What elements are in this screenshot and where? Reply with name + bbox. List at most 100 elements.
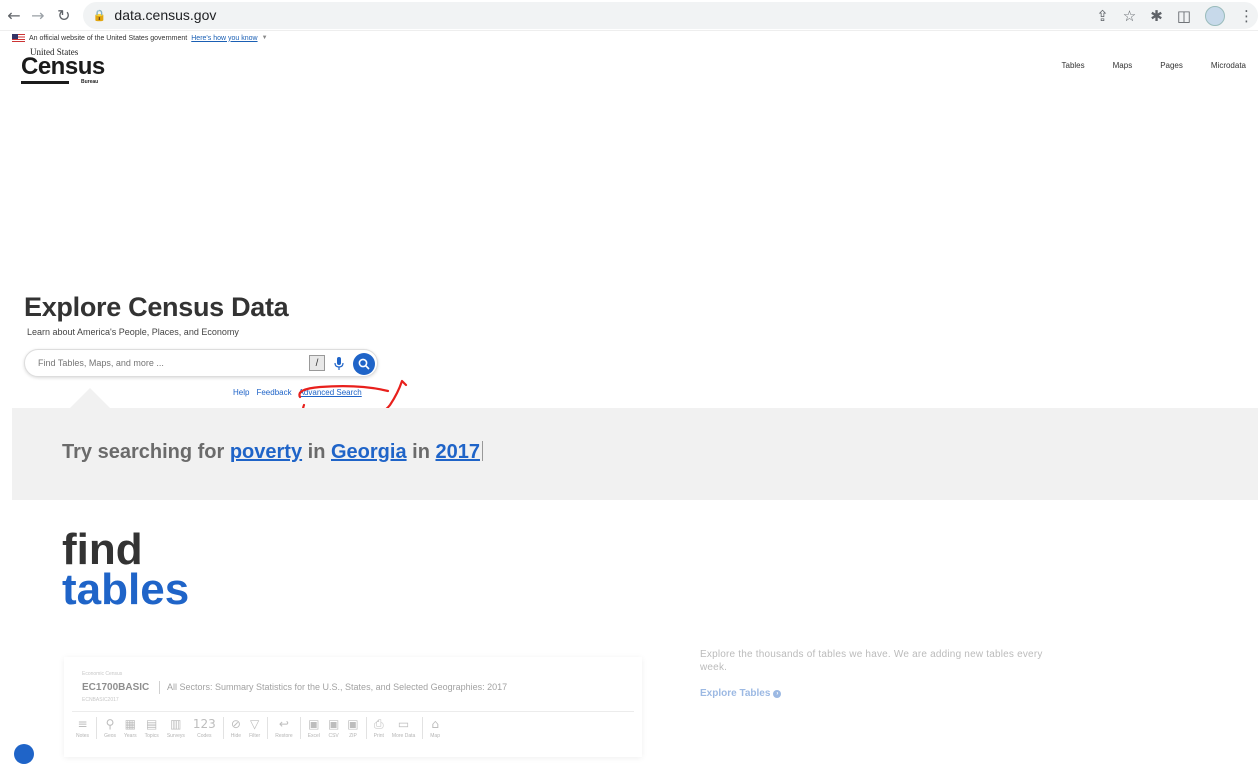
census-logo[interactable]: United States Census Bureau: [21, 46, 111, 90]
tables-heading: tables: [62, 565, 190, 614]
help-link[interactable]: Help: [233, 388, 249, 397]
search-box: /: [24, 349, 378, 377]
tool-csv: ▣ CSV: [328, 717, 339, 739]
tool-label: Map: [430, 732, 440, 739]
tool-label: Excel: [307, 732, 320, 739]
table-preview-card[interactable]: Economic Census EC1700BASIC All Sectors:…: [64, 657, 642, 757]
tool-label: Print: [373, 732, 384, 739]
star-icon[interactable]: ☆: [1123, 7, 1136, 25]
search-button[interactable]: [353, 353, 375, 375]
hero-title: Explore Census Data: [24, 292, 289, 322]
years-icon: ▦: [124, 716, 136, 731]
nav-tables[interactable]: Tables: [1062, 61, 1085, 70]
tool-more-data: ▭ More Data: [392, 717, 415, 739]
restore-icon: ↩: [278, 716, 289, 731]
more-data-icon: ▭: [397, 716, 410, 731]
tool-topics: ▤ Topics: [145, 717, 159, 739]
tool-years: ▦ Years: [124, 717, 137, 739]
back-arrow-icon[interactable]: ←: [3, 4, 25, 26]
toolbar-divider: [422, 716, 424, 739]
address-bar[interactable]: 🔒 data.census.gov: [82, 1, 1258, 29]
slash-shortcut-key: /: [309, 355, 325, 371]
tool-hide: ⊘ Hide: [231, 717, 241, 739]
feedback-link[interactable]: Feedback: [256, 388, 291, 397]
top-nav: Tables Maps Pages Microdata: [1062, 61, 1247, 70]
try-searching-strip: Try searching for poverty in Georgia in …: [12, 408, 1258, 500]
explore-tables-link[interactable]: Explore Tables ›: [700, 688, 782, 699]
tool-filter: ▽ Filter: [249, 717, 260, 739]
card-separator: [159, 681, 160, 694]
lock-icon[interactable]: 🔒: [93, 9, 107, 22]
toolbar-divider: [222, 716, 224, 739]
tool-label: More Data: [391, 732, 416, 739]
logo-bar: [21, 81, 69, 84]
browser-actions: ⇪ ☆ ✱ ◫ ⋮: [1096, 0, 1254, 31]
search-icon: [358, 358, 370, 370]
tool-label: Years: [124, 732, 137, 739]
try-geo-link[interactable]: Georgia: [331, 441, 407, 463]
tool-label: Filter: [249, 732, 261, 739]
logo-bureau: Bureau: [81, 79, 99, 85]
card-table-code: EC1700BASIC: [82, 682, 150, 693]
tool-map: ⌂ Map: [430, 717, 440, 739]
try-in-1: in: [307, 441, 326, 463]
find-heading: find: [62, 525, 143, 574]
chevron-down-icon[interactable]: ▼: [262, 35, 268, 41]
forward-arrow-icon[interactable]: →: [27, 4, 49, 26]
chevron-right-icon: ›: [773, 689, 782, 698]
card-table-title: All Sectors: Summary Statistics for the …: [167, 682, 508, 692]
try-year-link[interactable]: 2017: [435, 441, 480, 463]
explore-tables-label: Explore Tables: [700, 688, 771, 699]
how-you-know-link[interactable]: Here's how you know: [191, 35, 257, 42]
share-icon[interactable]: ⇪: [1096, 7, 1109, 25]
search-input[interactable]: [38, 358, 298, 368]
tool-print: ⎙ Print: [374, 717, 384, 739]
tool-label: Topics: [144, 732, 159, 739]
card-program: Economic Census: [82, 671, 123, 677]
geos-icon: ⚲: [105, 716, 115, 731]
us-flag-icon: [12, 34, 25, 42]
codes-icon: 123: [192, 716, 216, 731]
try-topic-link[interactable]: poverty: [230, 441, 302, 463]
search-pointer: [70, 388, 110, 408]
browser-toolbar: ← → ↻ 🔒 data.census.gov ⇪ ☆ ✱ ◫ ⋮: [0, 0, 1258, 31]
toolbar-divider: [299, 716, 301, 739]
toolbar-divider: [267, 716, 269, 739]
tool-label: Restore: [275, 732, 293, 739]
tool-geos: ⚲ Geos: [104, 717, 116, 739]
card-toolbar: ≡ Notes ⚲ Geos ▦ Years ▤ Topics ▥ Surveys 123…: [72, 711, 634, 743]
tool-label: Geos: [104, 732, 117, 739]
tool-label: ZIP: [349, 732, 357, 739]
text-cursor: [481, 441, 483, 461]
nav-pages[interactable]: Pages: [1160, 61, 1183, 70]
notes-icon: ≡: [77, 716, 88, 731]
reload-icon[interactable]: ↻: [53, 4, 75, 26]
excel-icon: ▣: [308, 716, 320, 731]
sidepanel-icon[interactable]: ◫: [1177, 7, 1191, 25]
nav-microdata[interactable]: Microdata: [1211, 61, 1246, 70]
map-icon: ⌂: [431, 716, 439, 731]
hide-icon: ⊘: [230, 716, 241, 731]
hero-subtitle: Learn about America's People, Places, an…: [27, 327, 239, 337]
nav-maps[interactable]: Maps: [1113, 61, 1133, 70]
microphone-icon[interactable]: [332, 355, 346, 372]
try-searching-text: Try searching for poverty in Georgia in …: [62, 441, 483, 464]
advanced-search-link[interactable]: Advanced Search: [299, 388, 362, 397]
tool-label: Codes: [197, 732, 212, 739]
profile-icon[interactable]: [1205, 5, 1225, 26]
help-fab-button[interactable]: [14, 744, 34, 764]
tool-label: Surveys: [166, 732, 185, 739]
tool-notes: ≡ Notes: [76, 717, 89, 739]
toolbar-divider: [365, 716, 367, 739]
extensions-icon[interactable]: ✱: [1150, 7, 1163, 25]
help-links: Help Feedback Advanced Search: [233, 388, 369, 397]
filter-icon: ▽: [250, 716, 260, 731]
zip-icon: ▣: [347, 716, 359, 731]
toolbar-divider: [96, 716, 98, 739]
tool-label: Notes: [76, 732, 90, 739]
gov-banner: An official website of the United States…: [12, 32, 268, 44]
menu-icon[interactable]: ⋮: [1239, 7, 1254, 25]
card-table-id: ECNBASIC2017: [82, 697, 119, 703]
tool-codes: 123 Codes: [193, 717, 216, 739]
topics-icon: ▤: [146, 716, 158, 731]
